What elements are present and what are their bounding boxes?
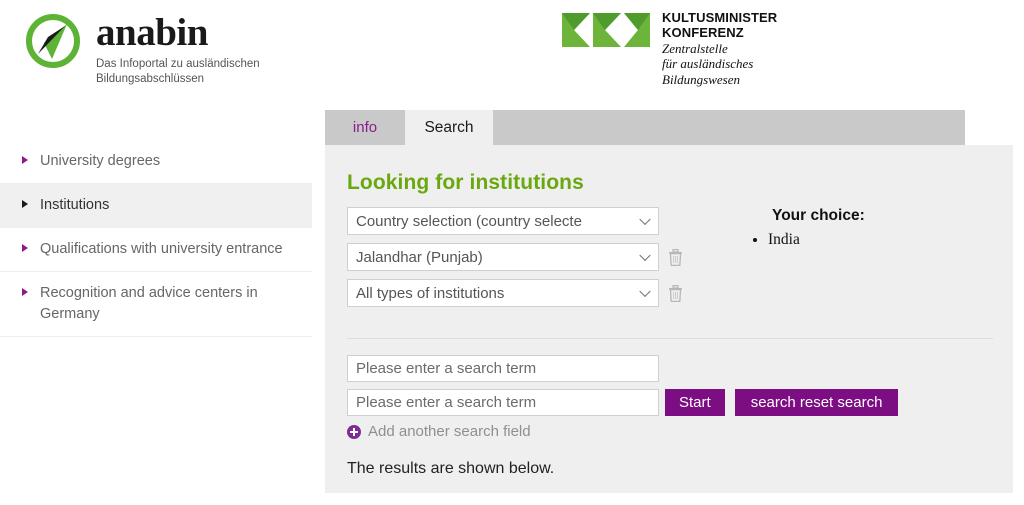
add-search-field-label: Add another search field (368, 423, 531, 440)
city-select-value: Jalandhar (Punjab) (356, 248, 483, 266)
triangle-right-icon (22, 200, 28, 209)
site-header: anabin Das Infoportal zu ausländischen B… (0, 0, 1024, 100)
tab-bar: info Search (325, 110, 965, 145)
reset-search-button[interactable]: search reset search (734, 389, 899, 416)
sidebar-item-label: Institutions (40, 197, 110, 214)
search-form: Start search reset search Add another se… (347, 355, 899, 440)
filter-form: Country selection (country selecte Jalan… (347, 207, 687, 315)
sidebar-item-qualifications[interactable]: Qualifications with university entrance (0, 228, 312, 273)
sidebar-item-label: Qualifications with university entrance (40, 241, 283, 258)
sidebar-item-university-degrees[interactable]: University degrees (0, 140, 312, 185)
institution-type-select-row: All types of institutions (347, 279, 687, 307)
tab-search[interactable]: Search (405, 110, 493, 145)
content-panel: Looking for institutions Country selecti… (325, 145, 1013, 493)
plus-circle-icon (347, 424, 361, 439)
kmk-line-5: Bildungswesen (662, 71, 740, 87)
start-button[interactable]: Start (665, 389, 725, 416)
your-choice-list: India (750, 229, 865, 251)
your-choice-title: Your choice: (772, 207, 865, 224)
sidebar-item-recognition-centers[interactable]: Recognition and advice centers in German… (0, 272, 312, 338)
trash-icon[interactable] (667, 248, 684, 267)
anabin-wordmark: anabin Das Infoportal zu ausländischen B… (96, 8, 296, 86)
kmk-line-3: Zentralstelle (662, 40, 728, 56)
tab-info[interactable]: info (325, 110, 405, 145)
city-select-row: Jalandhar (Punjab) (347, 243, 687, 271)
anabin-title: anabin (96, 11, 208, 54)
anabin-subtitle: Das Infoportal zu ausländischen Bildungs… (96, 58, 260, 85)
kmk-logo[interactable]: KULTUSMINISTER KONFERENZ Zentralstelle f… (562, 10, 777, 87)
sidebar-item-label: Recognition and advice centers in German… (40, 285, 258, 323)
your-choice-panel: Your choice: India (750, 207, 865, 251)
kmk-text-block: KULTUSMINISTER KONFERENZ Zentralstelle f… (662, 10, 777, 87)
search-input-1[interactable] (347, 355, 659, 382)
chevron-down-icon (639, 249, 651, 262)
sidebar-nav: University degrees Institutions Qualific… (0, 140, 312, 338)
chevron-down-icon (639, 285, 651, 298)
sidebar-item-institutions[interactable]: Institutions (0, 184, 312, 229)
sidebar-item-label: University degrees (40, 153, 161, 169)
section-divider (347, 338, 993, 339)
search-row-1 (347, 355, 898, 382)
search-input-2[interactable] (347, 389, 659, 416)
trash-icon[interactable] (667, 284, 684, 303)
institution-type-select-value: All types of institutions (356, 284, 505, 302)
list-item: India (768, 229, 865, 251)
country-select[interactable]: Country selection (country selecte (347, 207, 659, 235)
anabin-logo[interactable]: anabin Das Infoportal zu ausländischen B… (22, 8, 296, 86)
results-note: The results are shown below. (347, 460, 555, 477)
kmk-line-4: für ausländisches (662, 56, 754, 72)
triangle-right-icon (22, 288, 28, 297)
kmk-line-2: KONFERENZ (662, 25, 744, 41)
triangle-right-icon (22, 156, 28, 164)
country-select-value: Country selection (country selecte (356, 212, 582, 230)
city-select[interactable]: Jalandhar (Punjab) (347, 243, 659, 271)
add-search-field-button[interactable]: Add another search field (347, 423, 898, 440)
kmk-arrows-icon (562, 13, 650, 47)
triangle-right-icon (22, 244, 28, 253)
search-row-2: Start search reset search (347, 389, 899, 416)
country-select-row: Country selection (country selecte (347, 207, 687, 235)
chevron-down-icon (639, 213, 651, 226)
institution-type-select[interactable]: All types of institutions (347, 279, 659, 307)
compass-arrow-icon (22, 10, 84, 72)
kmk-line-1: KULTUSMINISTER (662, 10, 778, 25)
page-title: Looking for institutions (347, 171, 584, 195)
